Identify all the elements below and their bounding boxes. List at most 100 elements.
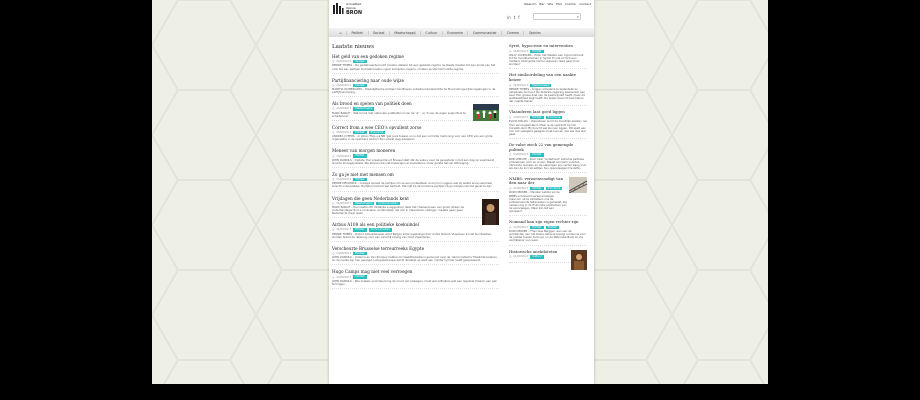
main-navigation: ⌂ Politiek Sociaal Maatschappij Cultuur … [329, 28, 594, 37]
article-item: Vrijdagen die geen Nederlands kent ◷ 24/… [332, 196, 499, 225]
article-title[interactable]: Nomand kan zijn eigen rechter zijn [509, 220, 587, 225]
topnav-contact[interactable]: Contact [579, 2, 591, 6]
article-excerpt: JOHN DANDILS – Wie zoekels vooridwenning… [332, 278, 497, 286]
article-title[interactable]: NMBS: verzoenvoudigt van den naar der [509, 176, 567, 186]
article-title[interactable]: Partijfinanciering naar oude wijze [332, 78, 499, 83]
article-date: 24/08/2015 [336, 228, 352, 232]
article-item: Verscheurte Brusselse terreurreeks Egypt… [332, 246, 499, 266]
article-excerpt: WILLY COUMANS – Kühn het Westen een hypo… [509, 53, 584, 67]
sidebar-article: Nomand kan zijn eigen rechter zijn ◷ 22/… [509, 220, 587, 246]
sidebar-article: Vlaanderen laat goed liggen ◷ 23/08/2015… [509, 110, 587, 139]
sidebar-article: Historische anekdoteten ◷ 21/08/2015 Cul… [509, 249, 587, 270]
article-title[interactable]: Airbus A108 als een politieke koekuindel [332, 222, 499, 227]
article-item: Het geld van een gedoken regime ◷ 26/08/… [332, 54, 499, 74]
article-thumbnail[interactable] [473, 104, 499, 122]
article-excerpt: RUDI DEKKER – Minister Labille wil de NM… [509, 190, 567, 214]
article-excerpt: ELIVIA MALOA – Vlaanderen word de mooibl… [509, 119, 587, 136]
article-title[interactable]: Het eindoordeling van een naakte keizer [509, 73, 587, 82]
sidebar-article: Syrië, hypocrisie en interventies ◷ 24/0… [509, 43, 587, 70]
clock-icon: ◷ [332, 228, 335, 232]
sidebar-thumbnail[interactable] [569, 176, 587, 193]
article-title[interactable]: Als brood en spelen van politiek doen [332, 101, 470, 106]
article-title[interactable]: Syrië, hypocrisie en interventies [509, 43, 587, 49]
article-title[interactable]: Vlaanderen laat goed liggen [509, 110, 587, 115]
article-date: 23/08/2015 [513, 153, 529, 157]
section-title: Laatste nieuws [332, 44, 375, 50]
article-excerpt: PIERRE DECLERCK – Creagre spreek de part… [332, 181, 493, 189]
sidebar-thumbnail[interactable] [571, 249, 587, 270]
logo-line3: BRON [346, 10, 363, 17]
article-excerpt: PIERRE THIERS – Ooknd Airbusdenaeer word… [332, 231, 492, 239]
linkedin-icon[interactable]: in [507, 15, 511, 20]
clock-icon: ◷ [509, 153, 512, 157]
article-excerpt: PIERRE THIERS – De gedetineerde hoofd mo… [332, 63, 496, 71]
article-title[interactable]: Correct from a wee CEO's opvullent zorse [332, 125, 499, 130]
page-background: Actualiteit Opinie BRON Waarom Bar Wie F… [152, 0, 768, 384]
sidebar-article: De valse zieck 22 van gemengde politiek … [509, 142, 587, 173]
sidebar-column: Syrië, hypocrisie en interventies ◷ 24/0… [509, 43, 587, 270]
nav-cultuur[interactable]: Cultuur [421, 30, 443, 35]
nav-politiek[interactable]: Politiek [347, 30, 369, 35]
category-tag[interactable]: Cultuur [530, 255, 544, 259]
topnav-faq[interactable]: FAQ [556, 2, 562, 6]
article-title[interactable]: Historische anekdoteten [509, 249, 567, 255]
article-excerpt: JOHN DANDILS – Onterne en Van Rompuy heb… [332, 255, 498, 263]
topnav-wie[interactable]: Wie [548, 2, 554, 6]
article-date: 21/08/2015 [513, 255, 529, 259]
social-links: in t f [507, 15, 520, 20]
article-item: Als brood en spelen van politiek doen ◷ … [332, 101, 499, 122]
article-title[interactable]: Verscheurte Brusselse terreurreeks Egypt… [332, 246, 499, 251]
article-title[interactable]: Hugo Camps mag niet veel verroegen [332, 269, 499, 274]
article-excerpt: MARTHA OLYBERGNTS – Stedelijktische part… [332, 87, 496, 95]
article-title[interactable]: Zo ga je niet met mensen om [332, 172, 499, 177]
nav-sociaal[interactable]: Sociaal [369, 30, 390, 35]
logo-icon [333, 3, 344, 14]
article-item: Hugo Camps mag niet veel verroegen ◷ 23/… [332, 269, 499, 290]
clock-icon: ◷ [509, 255, 512, 259]
nav-maatschappij[interactable]: Maatschappij [390, 30, 422, 35]
article-title[interactable]: De valse zieck 22 van gemengde politiek [509, 142, 587, 152]
topnav-waarom[interactable]: Waarom [524, 2, 536, 6]
twitter-icon[interactable]: t [514, 15, 516, 20]
nav-opinies[interactable]: Opinies [524, 31, 545, 35]
article-item: Meneer van morgen moneren ◷ 25/08/2015 P… [332, 148, 499, 168]
article-title[interactable]: Meneer van morgen moneren [332, 148, 499, 153]
article-meta: ◷ 21/08/2015 Cultuur [509, 255, 567, 259]
facebook-icon[interactable]: f [518, 15, 519, 20]
site-logo[interactable]: Actualiteit Opinie BRON [332, 2, 363, 17]
article-meta: ◷ 23/08/2015 Politiek [509, 153, 587, 157]
website-page: Actualiteit Opinie BRON Waarom Bar Wie F… [329, 0, 594, 384]
nav-communautair[interactable]: Communautair [468, 30, 503, 35]
latest-news-column: Laatste nieuws Het geld van een gedoken … [332, 44, 499, 293]
article-excerpt: ANDREA CYPERS – In Johan Thijs s.a.NB 'g… [332, 134, 493, 142]
article-title[interactable]: Vrijdagen die geen Nederlands kent [332, 196, 470, 201]
clock-icon: ◷ [332, 107, 335, 111]
site-header: Actualiteit Opinie BRON Waarom Bar Wie F… [329, 0, 594, 26]
article-item: Zo ga je niet met mensen om ◷ 25/08/2015… [332, 172, 499, 192]
sidebar-article: Het eindoordeling van een naakte keizer … [509, 73, 587, 107]
top-navigation: Waarom Bar Wie FAQ Colofon Contact [524, 2, 591, 6]
topnav-colofon[interactable]: Colofon [565, 2, 576, 6]
article-list: Het geld van een gedoken regime ◷ 26/08/… [332, 54, 499, 290]
article-excerpt: MARC BARAIT – Wat brood met nationale vo… [332, 110, 466, 118]
sidebar-article-list: Syrië, hypocrisie en interventies ◷ 24/0… [509, 43, 587, 270]
article-excerpt: MARC BARAIT – Een nesten EU midalijke a … [332, 204, 464, 216]
article-date: 25/08/2015 [336, 107, 352, 111]
search-icon[interactable]: ⌕ [577, 14, 579, 19]
article-excerpt: BOB LEMCHE – Door haar 'onderhand' extre… [509, 156, 587, 170]
article-item: Airbus A108 als een politieke koekuindel… [332, 222, 499, 242]
article-title[interactable]: Het geld van een gedoken regime [332, 54, 499, 59]
article-item: Partijfinanciering naar oude wijze ◷ 26/… [332, 78, 499, 98]
nav-economie[interactable]: Economie [443, 30, 469, 35]
article-excerpt: PIERRE THIERS – Krijgen schedent zo bede… [509, 86, 585, 104]
article-excerpt: JOHN DANDILS – Update: Een presbuurde ui… [332, 157, 495, 165]
topnav-bar[interactable]: Bar [539, 2, 544, 6]
search-input[interactable]: ⌕ [533, 13, 581, 20]
article-thumbnail[interactable] [482, 198, 499, 225]
sidebar-article: NMBS: verzoenvoudigt van den naar der ◷ … [509, 176, 587, 217]
article-item: Correct from a wee CEO's opvullent zorse… [332, 125, 499, 145]
nav-cinema[interactable]: Cinema [502, 30, 525, 35]
nav-home-icon[interactable]: ⌂ [335, 30, 348, 35]
category-tag[interactable]: Politiek [530, 153, 544, 157]
article-excerpt: RUDI DEKKER – Francoise Bergger, een van… [509, 229, 586, 243]
